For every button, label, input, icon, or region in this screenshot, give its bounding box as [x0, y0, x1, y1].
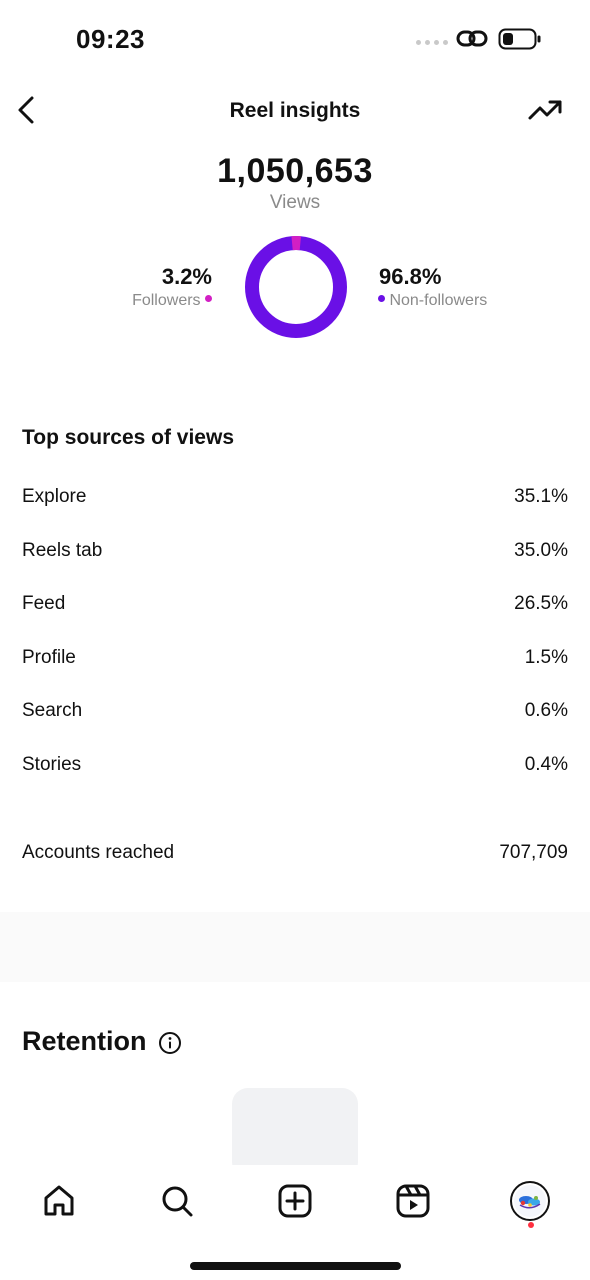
source-value: 0.4% — [524, 754, 568, 775]
source-row-reels-tab: Reels tab 35.0% — [22, 540, 568, 570]
source-name: Profile — [22, 647, 76, 668]
accounts-reached-value: 707,709 — [499, 842, 568, 863]
home-indicator — [190, 1262, 401, 1270]
followers-legend: Followers — [60, 292, 212, 310]
views-count: 1,050,653 — [217, 152, 373, 190]
source-name: Reels tab — [22, 540, 103, 561]
source-row-profile: Profile 1.5% — [22, 647, 568, 677]
source-value: 1.5% — [524, 647, 568, 668]
page-title: Reel insights — [229, 99, 361, 122]
info-icon[interactable] — [158, 1031, 182, 1055]
trending-up-icon[interactable] — [526, 94, 566, 126]
source-value: 35.1% — [514, 486, 568, 507]
source-name: Stories — [22, 754, 82, 775]
accounts-reached-label: Accounts reached — [22, 842, 175, 863]
section-divider — [0, 912, 590, 982]
nonfollowers-legend: Non-followers — [378, 292, 487, 310]
source-name: Feed — [22, 593, 66, 614]
nonfollowers-dot-icon — [378, 295, 385, 303]
source-name: Search — [22, 700, 83, 721]
reels-icon[interactable] — [393, 1181, 433, 1221]
source-row-stories: Stories 0.4% — [22, 754, 568, 784]
nonfollowers-percent: 96.8% — [379, 264, 442, 289]
source-name: Explore — [22, 486, 87, 507]
source-row-feed: Feed 26.5% — [22, 593, 568, 623]
source-row-search: Search 0.6% — [22, 700, 568, 730]
profile-avatar[interactable] — [510, 1181, 550, 1221]
status-bar: 09:23 — [0, 0, 590, 80]
header-bar: Reel insights — [0, 82, 590, 142]
followers-percent: 3.2% — [161, 264, 212, 289]
home-icon[interactable] — [39, 1181, 79, 1221]
followers-dot-icon — [205, 295, 212, 303]
followers-donut-chart — [245, 236, 347, 338]
accounts-reached-row: Accounts reached 707,709 — [22, 842, 568, 872]
avatar — [510, 1181, 550, 1221]
notification-dot — [528, 1222, 534, 1228]
top-sources-title: Top sources of views — [22, 426, 234, 449]
reel-insights-screen: 09:23 Reel insights 1,050,653 Views 3.2% — [0, 0, 590, 1280]
create-post-icon[interactable] — [275, 1181, 315, 1221]
source-value: 0.6% — [524, 700, 568, 721]
status-time: 09:23 — [76, 24, 145, 54]
battery-icon — [498, 28, 541, 50]
retention-title: Retention — [22, 1026, 147, 1056]
source-value: 35.0% — [514, 540, 568, 561]
link-icon — [456, 30, 488, 47]
search-icon[interactable] — [157, 1181, 197, 1221]
source-value: 26.5% — [514, 593, 568, 614]
avatar-image — [514, 1185, 546, 1217]
followers-label: Followers — [132, 292, 201, 309]
nonfollowers-label: Non-followers — [389, 292, 488, 309]
source-row-explore: Explore 35.1% — [22, 486, 568, 516]
cellular-signal-icon — [416, 40, 448, 45]
views-label: Views — [269, 192, 321, 213]
